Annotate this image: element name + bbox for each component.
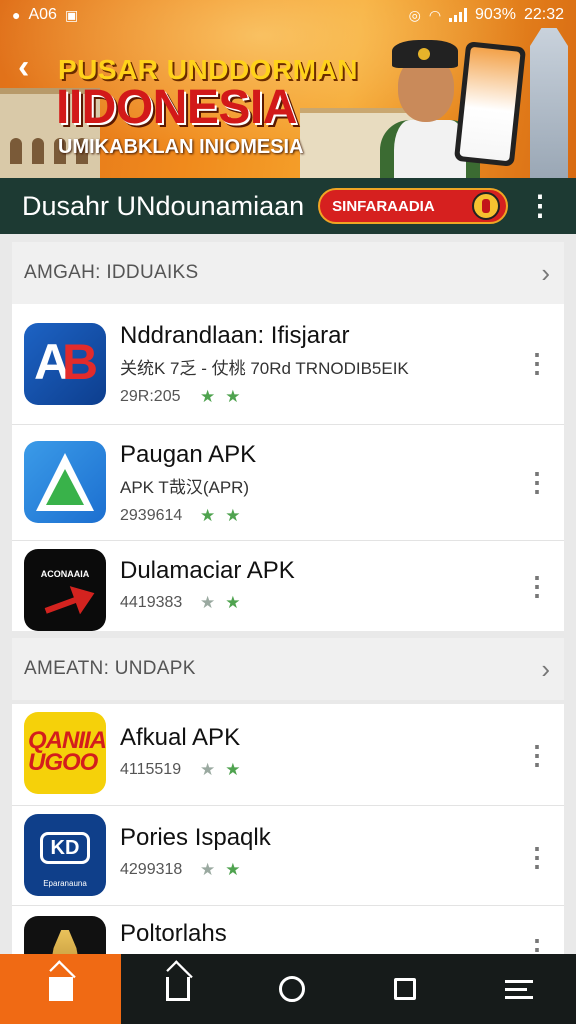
kd-app-icon: KD Eparanauna bbox=[24, 814, 106, 896]
battery-level: 903% bbox=[475, 6, 516, 23]
download-count: 4115519 bbox=[120, 761, 182, 778]
app-list-card-1: AB Nddrandlaan: Ifisjarar 关统K 7乏 - 仗桃 70… bbox=[12, 304, 564, 631]
download-count: 4419383 bbox=[120, 594, 183, 611]
app-name: Dulamaciar APK bbox=[120, 557, 295, 584]
item-menu-icon[interactable]: ⋮ bbox=[524, 936, 550, 954]
nav-home-button[interactable] bbox=[121, 954, 235, 1024]
ab-app-icon: AB bbox=[24, 323, 106, 405]
notification-icon: ● bbox=[12, 7, 21, 23]
app-name: Nddrandlaan: Ifisjarar bbox=[120, 322, 350, 349]
app-subtitle: APK T哉汉(APR) bbox=[120, 478, 250, 497]
signal-icon bbox=[449, 8, 468, 22]
banner-phone bbox=[453, 41, 527, 167]
list-item[interactable]: Paugan APK APK T哉汉(APR) 2939614 ★ ★ ⋮ bbox=[12, 425, 564, 541]
banner-title-line3: UMIKABKLAN INIOMESIA bbox=[58, 136, 304, 158]
bottom-nav-bar bbox=[0, 954, 576, 1024]
star-icon: ★ bbox=[200, 760, 216, 779]
nav-home-tab[interactable] bbox=[0, 954, 121, 1024]
triangle-app-icon bbox=[24, 441, 106, 523]
star-icon: ★ bbox=[225, 593, 241, 612]
nav-circle-button[interactable] bbox=[235, 954, 349, 1024]
circle-icon bbox=[278, 976, 305, 1002]
star-icon: ★ bbox=[225, 387, 241, 406]
list-item[interactable]: ACONAAIA Dulamaciar APK 4419383 ★ ★ ⋮ bbox=[12, 541, 564, 631]
banner-tower bbox=[530, 28, 568, 178]
app-title: Dusahr UNdounamiaan bbox=[22, 190, 305, 221]
star-icon: ★ bbox=[200, 387, 216, 406]
status-time-left: A06 bbox=[28, 6, 57, 23]
star-icon: ★ bbox=[225, 760, 241, 779]
app-list-card-2: QANIIA UGOO Afkual APK 4115519 ★ ★ ⋮ KD … bbox=[12, 704, 564, 954]
item-menu-icon[interactable]: ⋮ bbox=[524, 844, 550, 870]
app-name: Pories Ispaqlk bbox=[120, 824, 271, 851]
header-badge-button[interactable]: SINFARAADIA bbox=[318, 188, 509, 224]
home-icon bbox=[48, 977, 73, 1001]
section-header-1[interactable]: AMGAH: IDDUAIKS › bbox=[12, 242, 564, 304]
header-badge-label: SINFARAADIA bbox=[332, 197, 435, 215]
square-icon bbox=[394, 978, 417, 1000]
house-outline-icon bbox=[165, 977, 190, 1001]
app-name: Poltorlahs bbox=[120, 920, 227, 947]
star-icon: ★ bbox=[225, 860, 241, 879]
back-arrow-icon[interactable]: ‹ bbox=[18, 48, 29, 87]
section-title: AMGAH: IDDUAIKS bbox=[24, 262, 199, 283]
app-name: Paugan APK bbox=[120, 441, 257, 468]
temple-app-icon bbox=[24, 916, 106, 954]
section-header-2[interactable]: AMEATN: UNDAPK › bbox=[12, 638, 564, 700]
star-icon: ★ bbox=[225, 506, 241, 525]
app-header: Dusahr UNdounamiaan SINFARAADIA ⋮ bbox=[0, 178, 576, 234]
menu-icon bbox=[505, 979, 534, 999]
list-item[interactable]: KD Eparanauna Pories Ispaqlk 4299318 ★ ★… bbox=[12, 806, 564, 906]
app-name: Afkual APK bbox=[120, 724, 241, 751]
dark-arrow-app-icon: ACONAAIA bbox=[24, 549, 106, 631]
sync-icon: ◎ bbox=[408, 6, 421, 23]
nav-recents-button[interactable] bbox=[349, 954, 463, 1024]
banner-title-line2: IIDONESIA bbox=[56, 81, 297, 134]
chevron-right-icon[interactable]: › bbox=[541, 258, 550, 289]
star-icon: ★ bbox=[200, 593, 216, 612]
wifi-icon: ◠ bbox=[428, 6, 442, 23]
item-menu-icon[interactable]: ⋮ bbox=[524, 350, 550, 376]
list-item[interactable]: QANIIA UGOO Afkual APK 4115519 ★ ★ ⋮ bbox=[12, 704, 564, 806]
download-count: 2939614 bbox=[120, 507, 183, 524]
status-time-right: 22:32 bbox=[523, 6, 564, 23]
yellow-app-icon: QANIIA UGOO bbox=[24, 712, 106, 794]
list-item[interactable]: AB Nddrandlaan: Ifisjarar 关统K 7乏 - 仗桃 70… bbox=[12, 304, 564, 425]
app-list-content[interactable]: AMGAH: IDDUAIKS › AB Nddrandlaan: Ifisja… bbox=[0, 234, 576, 954]
list-item[interactable]: Poltorlahs ⋮ bbox=[12, 906, 564, 954]
image-notification-icon: ▣ bbox=[64, 6, 79, 23]
section-title: AMEATN: UNDAPK bbox=[24, 658, 196, 679]
chevron-right-icon[interactable]: › bbox=[541, 654, 550, 685]
emblem-icon bbox=[472, 192, 501, 220]
item-menu-icon[interactable]: ⋮ bbox=[524, 469, 550, 495]
status-bar: ● A06 ▣ ◎ ◠ 903% 22:32 bbox=[0, 0, 576, 30]
nav-menu-button[interactable] bbox=[462, 954, 576, 1024]
overflow-menu-icon[interactable]: ⋮ bbox=[526, 192, 554, 220]
star-icon: ★ bbox=[200, 506, 216, 525]
star-icon: ★ bbox=[200, 860, 216, 879]
download-count: 29R:205 bbox=[120, 388, 181, 405]
app-subtitle: 关统K 7乏 - 仗桃 70Rd TRNODIB5EIK bbox=[120, 359, 409, 378]
item-menu-icon[interactable]: ⋮ bbox=[524, 573, 550, 599]
download-count: 4299318 bbox=[120, 861, 183, 878]
item-menu-icon[interactable]: ⋮ bbox=[524, 742, 550, 768]
